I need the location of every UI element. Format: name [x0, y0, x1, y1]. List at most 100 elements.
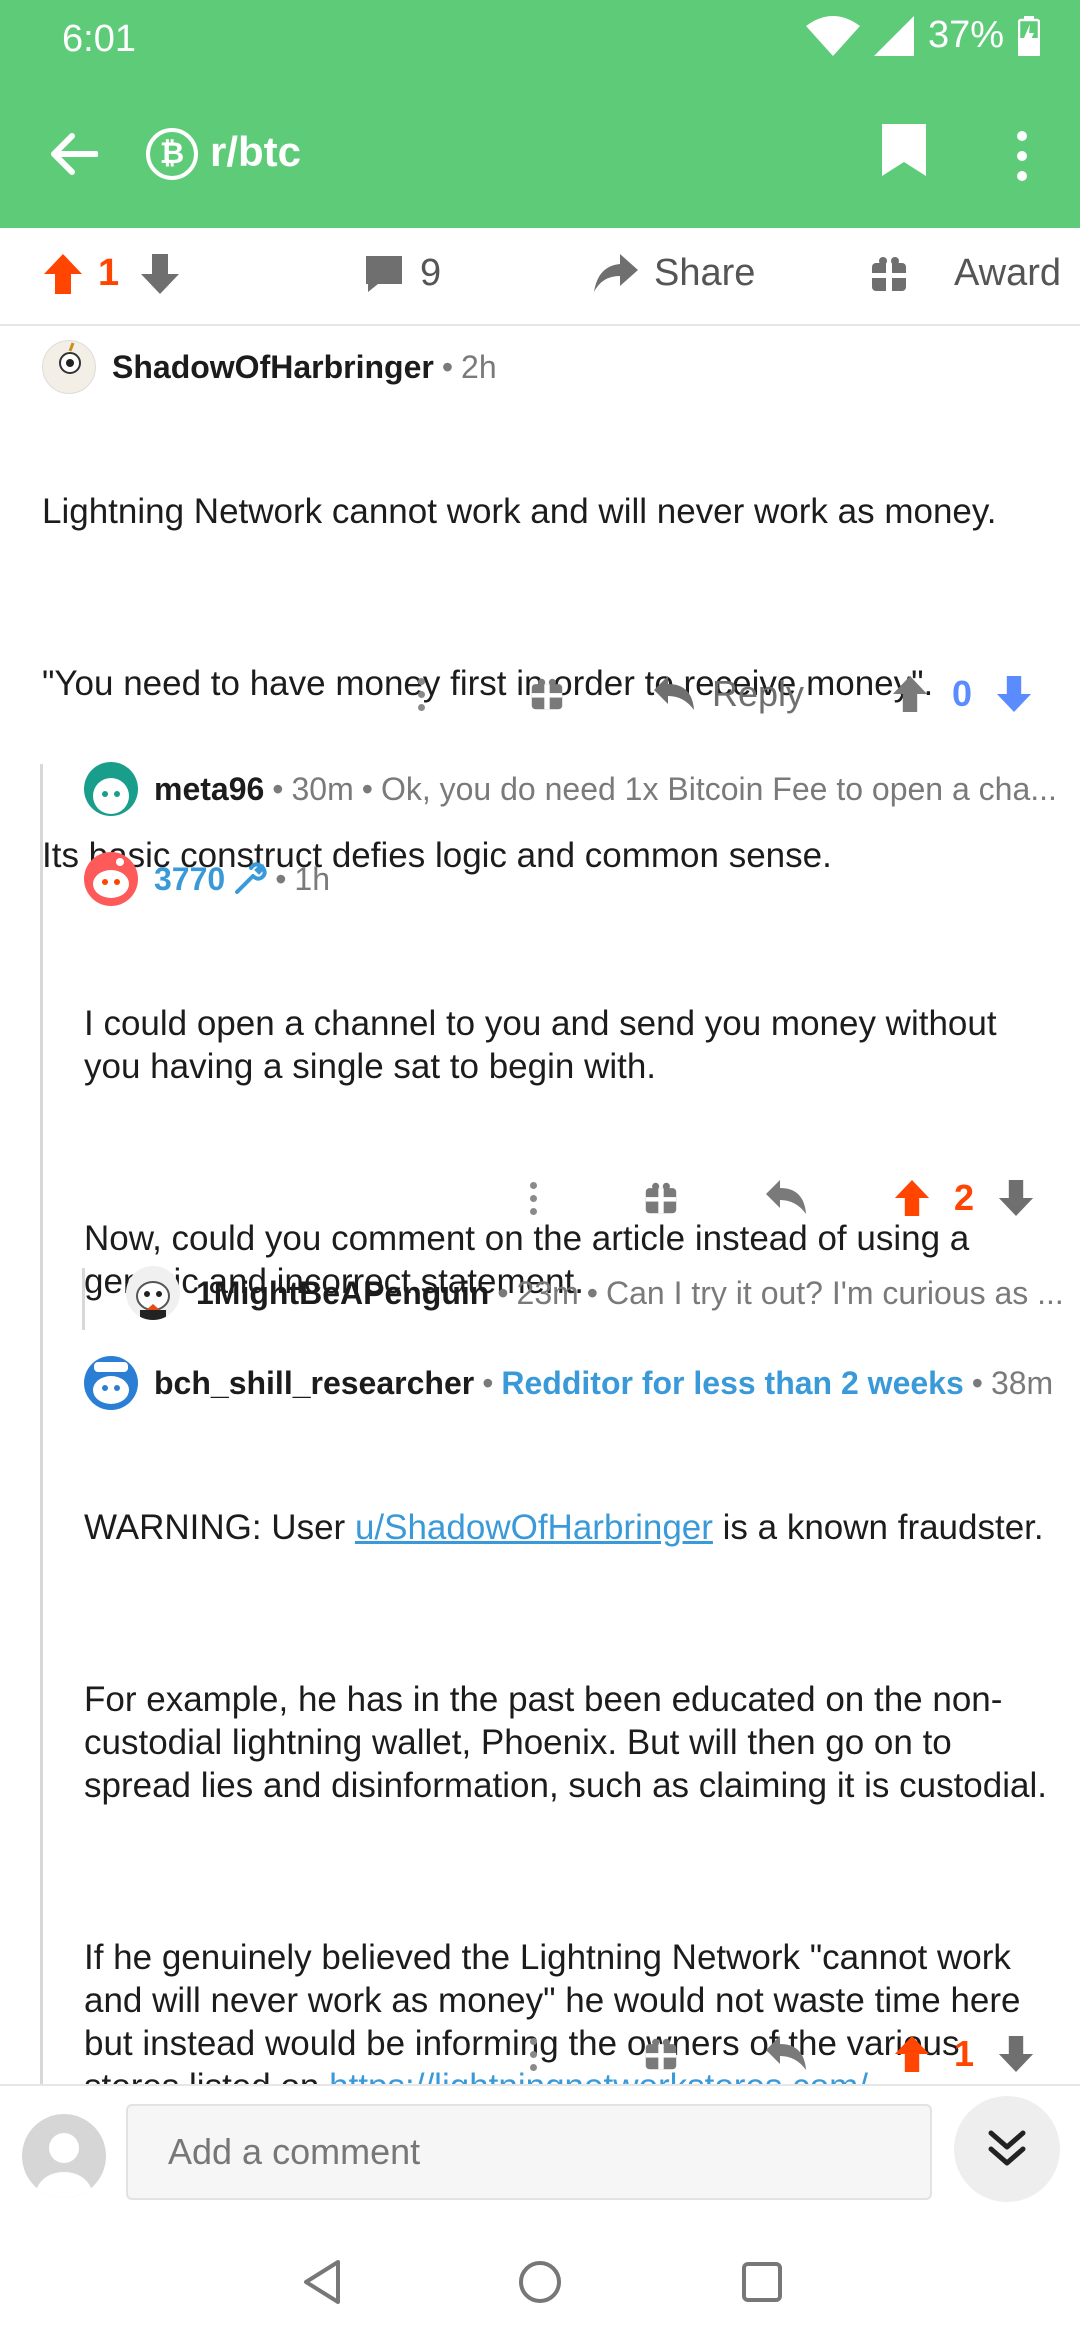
status-time: 6:01	[62, 18, 136, 60]
comment-time: 2h	[461, 348, 497, 385]
reply-button[interactable]: Reply	[654, 664, 804, 724]
comment-username[interactable]: bch_shill_researcher	[154, 1365, 474, 1402]
comment-count: 9	[420, 252, 442, 294]
status-icons: 37%	[805, 14, 1040, 57]
system-nav-bar	[0, 2224, 1080, 2340]
reply-button[interactable]	[766, 2024, 806, 2084]
bookmark-button[interactable]	[880, 122, 940, 188]
collapse-comments-button[interactable]	[954, 2096, 1060, 2202]
avatar[interactable]	[84, 762, 138, 816]
downvote-icon[interactable]	[998, 1180, 1034, 1216]
comment-vote-group: 1	[894, 2024, 1034, 2084]
back-button[interactable]	[38, 118, 110, 190]
square-recents-icon	[742, 2262, 782, 2302]
share-arrow-icon	[594, 253, 638, 292]
triangle-back-icon	[304, 2260, 340, 2304]
comment-score: 1	[954, 2033, 975, 2074]
wifi-icon	[805, 15, 860, 56]
comment-more-button[interactable]	[418, 664, 425, 724]
comment-time: 38m	[990, 1364, 1054, 1401]
thread-line[interactable]	[40, 764, 43, 2084]
reply-icon	[766, 2036, 806, 2070]
status-bar: 6:01 37%	[0, 0, 1080, 80]
battery-charging-icon	[1018, 15, 1040, 56]
comment-actions: 2	[0, 1168, 1080, 1228]
user-flair: Redditor for less than 2 weeks	[501, 1364, 964, 1401]
circle-home-icon	[519, 2261, 561, 2303]
nav-home-button[interactable]	[510, 2252, 570, 2312]
signal-icon	[873, 15, 914, 56]
default-avatar-icon	[36, 2133, 92, 2198]
comment-vote-group: 0	[892, 664, 1032, 724]
reply-icon	[766, 1180, 806, 1214]
comment-time: 30m	[291, 770, 354, 807]
upvote-icon[interactable]	[894, 2036, 930, 2072]
text-segment: WARNING: User	[84, 1508, 355, 1547]
avatar[interactable]	[84, 852, 138, 906]
post-score: 1	[98, 252, 120, 294]
comment-award-button[interactable]	[644, 1168, 678, 1228]
comment-meta: ShadowOfHarbringer • 2h	[42, 340, 497, 394]
comment-username[interactable]: meta96	[154, 771, 264, 808]
gift-icon	[645, 2038, 677, 2070]
avatar[interactable]	[42, 340, 96, 394]
comment-paragraph: For example, he has in the past been edu…	[84, 1680, 1047, 1805]
share-button[interactable]: Share	[594, 252, 755, 295]
upvote-icon[interactable]	[44, 253, 82, 294]
bookmark-icon	[882, 124, 926, 176]
moderator-wrench-icon	[235, 862, 267, 894]
upvote-icon[interactable]	[892, 676, 928, 712]
comment-more-button[interactable]	[530, 1168, 537, 1228]
comments-button[interactable]: 9	[364, 252, 441, 295]
comment-username[interactable]: ShadowOfHarbringer	[112, 349, 434, 386]
thread-line[interactable]	[82, 1268, 85, 1330]
comment-preview: Ok, you do need 1x Bitcoin Fee to open a…	[380, 770, 1057, 807]
award-button[interactable]: Award	[870, 252, 1061, 295]
battery-percent: 37%	[927, 14, 1004, 56]
reply-icon	[654, 676, 694, 710]
reply-label: Reply	[712, 673, 805, 714]
app-bar: ₿ r/btc	[0, 80, 1080, 228]
comment-paragraph: Lightning Network cannot work and will n…	[42, 492, 997, 531]
downvote-icon[interactable]	[998, 2036, 1034, 2072]
comment-meta: 3770 • 1h	[84, 852, 330, 906]
subreddit-name[interactable]: r/btc	[210, 128, 301, 176]
double-chevron-down-icon	[988, 2130, 1026, 2166]
collapsed-comment[interactable]: 1MightBeAPenguin • 23m • Can I try it ou…	[126, 1266, 1064, 1320]
comment-username[interactable]: 3770	[154, 861, 225, 898]
collapsed-comment[interactable]: meta96 • 30m • Ok, you do need 1x Bitcoi…	[84, 762, 1057, 816]
award-label: Award	[954, 252, 1062, 294]
comment-actions: 1	[0, 2024, 1080, 2084]
comment-paragraph: WARNING: User u/ShadowOfHarbringer is a …	[84, 1506, 1060, 1549]
share-label: Share	[654, 252, 756, 294]
comment-paragraph: I could open a channel to you and send y…	[84, 1004, 1007, 1086]
downvote-icon[interactable]	[996, 676, 1032, 712]
comment-time: 23m	[516, 1274, 579, 1311]
comment-award-button[interactable]	[644, 2024, 678, 2084]
gift-icon	[645, 1182, 677, 1214]
comment-score: 2	[954, 1177, 975, 1218]
comment-bubble-icon	[366, 255, 402, 292]
more-options-button[interactable]	[1000, 120, 1044, 192]
reply-button[interactable]	[766, 1168, 806, 1228]
comment-actions: Reply 0	[0, 664, 1080, 724]
avatar[interactable]	[126, 1266, 180, 1320]
comment-username[interactable]: 1MightBeAPenguin	[196, 1275, 489, 1312]
user-link[interactable]: u/ShadowOfHarbringer	[355, 1508, 713, 1547]
post-vote-group: 1	[44, 252, 180, 295]
user-avatar[interactable]	[22, 2114, 106, 2198]
avatar[interactable]	[84, 1356, 138, 1410]
comment-preview: Can I try it out? I'm curious as ...	[605, 1274, 1064, 1311]
nav-back-button[interactable]	[292, 2252, 352, 2312]
upvote-icon[interactable]	[894, 1180, 930, 1216]
text-segment: is a known fraudster.	[712, 1508, 1044, 1547]
comment-vote-group: 2	[894, 1168, 1034, 1228]
nav-recents-button[interactable]	[732, 2252, 792, 2312]
subreddit-logo-icon[interactable]: ₿	[146, 128, 198, 180]
gift-icon	[872, 256, 906, 291]
comment-award-button[interactable]	[530, 664, 564, 724]
comment-more-button[interactable]	[530, 2024, 537, 2084]
downvote-icon[interactable]	[141, 253, 180, 294]
comment-score: 0	[952, 673, 973, 714]
add-comment-input[interactable]: Add a comment	[126, 2104, 932, 2200]
